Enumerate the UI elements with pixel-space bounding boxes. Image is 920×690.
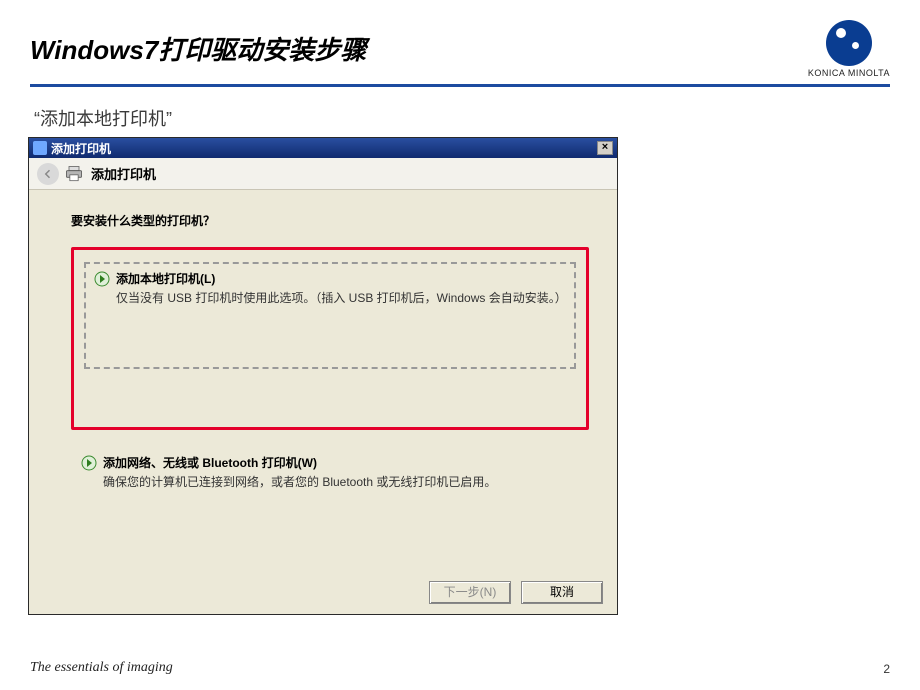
dialog-button-row: 下一步(N) 取消 xyxy=(29,570,617,614)
slide-subtitle: “添加本地打印机” xyxy=(34,105,890,131)
footer-tagline: The essentials of imaging xyxy=(30,660,173,676)
page-number: 2 xyxy=(883,662,890,676)
arrow-right-icon xyxy=(81,455,97,471)
printer-type-question: 要安装什么类型的打印机？ xyxy=(71,212,589,229)
option-network-description: 确保您的计算机已连接到网络，或者您的 Bluetooth 或无线打印机已启用。 xyxy=(103,473,579,491)
page-title: Windows7打印驱动安装步骤 xyxy=(30,20,366,67)
option-network-title: 添加网络、无线或 Bluetooth 打印机(W) xyxy=(103,454,317,471)
dialog-titlebar: 添加打印机 × xyxy=(29,138,617,158)
dialog-content: 要安装什么类型的打印机？ 添加本地打印机(L) 仅当没有 USB 打印机时使用此… xyxy=(29,190,617,570)
dialog-window-title: 添加打印机 xyxy=(51,140,111,157)
option-add-network-printer[interactable]: 添加网络、无线或 Bluetooth 打印机(W) 确保您的计算机已连接到网络，… xyxy=(71,448,589,497)
brand-logo: KONICA MINOLTA xyxy=(808,20,890,78)
printer-icon xyxy=(63,164,85,184)
konica-minolta-icon xyxy=(826,20,872,66)
wizard-header: 添加打印机 xyxy=(29,158,617,190)
brand-name: KONICA MINOLTA xyxy=(808,68,890,78)
back-arrow-icon[interactable] xyxy=(37,163,59,185)
option-local-description: 仅当没有 USB 打印机时使用此选项。（插入 USB 打印机后，Windows … xyxy=(116,289,566,307)
add-printer-dialog: 添加打印机 × 添加打印机 要安装什么类型的打印机？ xyxy=(28,137,618,615)
cancel-button[interactable]: 取消 xyxy=(521,581,603,604)
header-divider xyxy=(30,84,890,87)
next-button: 下一步(N) xyxy=(429,581,511,604)
arrow-right-icon xyxy=(94,271,110,287)
option-add-local-printer[interactable]: 添加本地打印机(L) 仅当没有 USB 打印机时使用此选项。（插入 USB 打印… xyxy=(71,247,589,430)
close-button[interactable]: × xyxy=(597,141,613,155)
wizard-header-text: 添加打印机 xyxy=(91,164,156,183)
titlebar-app-icon xyxy=(33,141,47,155)
option-local-title: 添加本地打印机(L) xyxy=(116,270,215,287)
